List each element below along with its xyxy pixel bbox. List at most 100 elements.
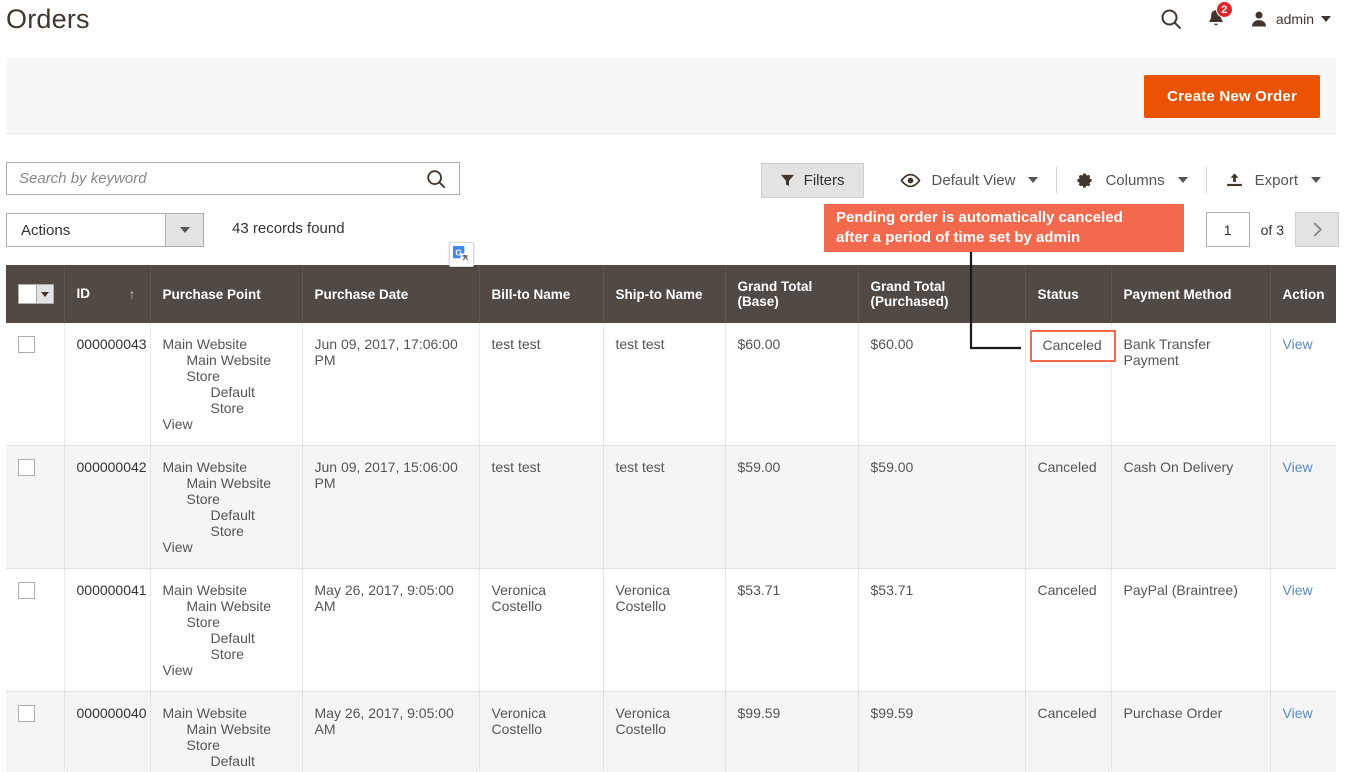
notification-count-badge: 2	[1215, 1, 1233, 18]
search-by-keyword[interactable]	[6, 162, 460, 195]
table-row[interactable]: 000000042 Main Website Main Website Store D…	[6, 445, 1336, 569]
column-label-id: ID	[76, 286, 91, 301]
mass-actions-select[interactable]: Actions	[6, 213, 204, 247]
google-translate-icon[interactable]: G	[449, 242, 474, 267]
cell-purchase-date: May 26, 2017, 9:05:00 AM	[302, 568, 480, 692]
filters-button[interactable]: Filters	[760, 162, 864, 198]
purchase-point-store-view: Default Store	[210, 507, 255, 539]
row-checkbox[interactable]	[18, 336, 35, 353]
annotation-line-1: Pending order is automatically canceled	[836, 209, 1123, 226]
pagination: of 3	[1205, 212, 1339, 247]
row-select-cell[interactable]	[6, 568, 65, 692]
search-icon[interactable]	[1159, 7, 1183, 31]
page-actions-band: Create New Order	[6, 58, 1336, 134]
column-header-purchase-point[interactable]: Purchase Point	[150, 265, 303, 323]
select-all-checkbox[interactable]	[18, 284, 37, 304]
user-menu-label: admin	[1275, 11, 1314, 27]
cell-ship-to-name: test test	[603, 323, 726, 446]
cell-id: 000000042	[64, 445, 151, 569]
cell-bill-to-name: Veronica Costello	[479, 568, 604, 692]
column-header-id[interactable]: ID ↑	[64, 265, 151, 323]
page-title: Orders	[6, 4, 90, 34]
purchase-point-view-link: View	[162, 539, 193, 555]
row-select-cell[interactable]	[6, 323, 65, 446]
notifications-button[interactable]: 2	[1205, 1, 1233, 30]
cell-ship-to-name: Veronica Costello	[603, 568, 726, 692]
table-row[interactable]: 000000041 Main Website Main Website Store D…	[6, 568, 1336, 692]
user-icon	[1251, 11, 1266, 27]
grid-header-row: ID ↑ Purchase Point Purchase Date Bill-t…	[6, 265, 1336, 323]
grid-body: 000000043 Main Website Main Website Store D…	[6, 323, 1336, 772]
purchase-point-store-view: Default Store	[210, 630, 255, 662]
create-new-order-button[interactable]: Create New Order	[1144, 75, 1320, 118]
table-row[interactable]: 000000040 Main Website Main Website Store D…	[6, 691, 1336, 772]
cell-bill-to-name: test test	[479, 323, 604, 446]
sort-asc-icon: ↑	[128, 286, 136, 302]
cell-purchase-point: Main WebsiteMain Website StoreDefault St…	[150, 691, 303, 772]
view-order-link[interactable]: View	[1283, 705, 1313, 721]
cell-action[interactable]: View	[1270, 323, 1336, 446]
caret	[179, 227, 190, 233]
row-select-cell[interactable]	[6, 445, 65, 569]
cell-purchase-point: Main WebsiteMain Website StoreDefault St…	[150, 568, 303, 692]
grid-toolbar: Filters Default View Columns Export	[760, 160, 1339, 200]
funnel-icon	[780, 174, 794, 186]
next-page-button[interactable]	[1295, 212, 1339, 247]
status-highlight-box: Canceled	[1029, 330, 1116, 362]
purchase-point-view-link: View	[162, 662, 193, 678]
chevron-down-icon	[1311, 177, 1321, 183]
cell-action[interactable]: View	[1270, 568, 1336, 692]
row-checkbox[interactable]	[18, 459, 35, 476]
page-number-input[interactable]	[1205, 212, 1250, 247]
cell-grand-total-base: $59.00	[725, 445, 859, 569]
column-header-payment-method[interactable]: Payment Method	[1111, 265, 1271, 323]
column-header-status[interactable]: Status	[1025, 265, 1112, 323]
search-submit-icon[interactable]	[425, 168, 459, 190]
row-checkbox[interactable]	[18, 582, 35, 599]
cell-id: 000000040	[64, 691, 151, 772]
cell-id: 000000041	[64, 568, 151, 692]
user-menu[interactable]: admin	[1249, 9, 1331, 29]
cell-grand-total-purchased: $60.00	[858, 323, 1026, 446]
cell-purchase-date: May 26, 2017, 9:05:00 AM	[302, 691, 480, 772]
columns-selector[interactable]: Columns	[1057, 171, 1205, 190]
cell-payment-method: Purchase Order	[1111, 691, 1271, 772]
cell-payment-method: Cash On Delivery	[1111, 445, 1271, 569]
table-row[interactable]: 000000043 Main Website Main Website Store D…	[6, 323, 1336, 446]
cell-grand-total-purchased: $59.00	[858, 445, 1026, 569]
column-label-line2: (Base)	[737, 294, 779, 309]
default-view-selector[interactable]: Default View	[882, 172, 1057, 189]
column-header-select-all[interactable]	[6, 265, 65, 323]
purchase-point-store: Main Website Store	[186, 352, 272, 384]
cell-action[interactable]: View	[1270, 691, 1336, 772]
row-checkbox[interactable]	[18, 705, 35, 722]
column-header-grand-total-purchased[interactable]: Grand Total (Purchased)	[858, 265, 1026, 323]
cell-bill-to-name: test test	[479, 445, 604, 569]
chevron-down-icon	[1028, 177, 1039, 183]
view-order-link[interactable]: View	[1283, 582, 1313, 598]
cell-purchase-date: Jun 09, 2017, 15:06:00 PM	[302, 445, 480, 569]
cell-status: Canceled	[1025, 691, 1112, 772]
eye-icon	[900, 173, 921, 187]
export-selector[interactable]: Export	[1207, 172, 1339, 189]
column-header-grand-total-base[interactable]: Grand Total (Base)	[725, 265, 859, 323]
view-order-link[interactable]: View	[1283, 459, 1313, 475]
column-header-ship-to-name[interactable]: Ship-to Name	[603, 265, 726, 323]
upload-icon	[1226, 172, 1242, 186]
view-order-link[interactable]: View	[1283, 336, 1313, 352]
cell-payment-method: PayPal (Braintree)	[1111, 568, 1271, 692]
cell-purchase-point: Main WebsiteMain Website StoreDefault St…	[150, 323, 303, 446]
row-select-cell[interactable]	[6, 691, 65, 772]
cell-ship-to-name: test test	[603, 445, 726, 569]
filters-label: Filters	[803, 171, 845, 189]
column-header-purchase-date[interactable]: Purchase Date	[302, 265, 480, 323]
select-all-dropdown-icon[interactable]	[36, 284, 54, 304]
search-input[interactable]	[7, 170, 425, 187]
column-header-bill-to-name[interactable]: Bill-to Name	[479, 265, 604, 323]
chevron-down-icon[interactable]	[165, 214, 203, 246]
purchase-point-store-view: Default Store	[210, 384, 255, 416]
cell-status: Canceled	[1025, 445, 1112, 569]
orders-page: Orders 2 admin Create New Order Search b…	[0, 0, 1345, 772]
cell-action[interactable]: View	[1270, 445, 1336, 569]
purchase-point-website: Main Website	[162, 705, 248, 721]
